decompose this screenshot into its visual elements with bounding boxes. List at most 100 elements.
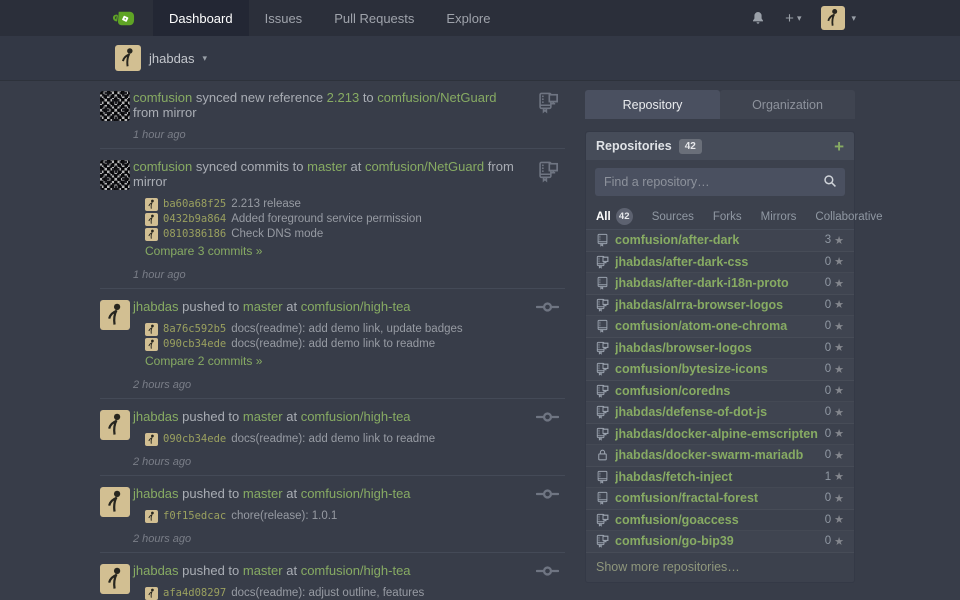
repo-name-link[interactable]: jhabdas/fetch-inject	[615, 470, 825, 484]
committer-avatar	[145, 198, 158, 211]
feed-link[interactable]: comfusion/high-tea	[301, 486, 411, 501]
repo-name-link[interactable]: comfusion/bytesize-icons	[615, 362, 825, 376]
compare-commits-link[interactable]: Compare 3 commits »	[145, 244, 262, 259]
feed-link[interactable]: master	[307, 159, 347, 174]
repo-name-link[interactable]: jhabdas/after-dark-css	[615, 255, 825, 269]
repo-name-link[interactable]: comfusion/coredns	[615, 384, 825, 398]
actor-avatar	[100, 564, 130, 594]
filter-collaborative[interactable]: Collaborative	[815, 211, 882, 223]
context-avatar	[115, 45, 141, 71]
add-repository-button[interactable]: +	[834, 138, 844, 155]
repo-search-input[interactable]	[595, 168, 845, 196]
feed-link[interactable]: comfusion/high-tea	[301, 563, 411, 578]
repo-name-link[interactable]: comfusion/go-bip39	[615, 534, 825, 548]
context-user-selector[interactable]: jhabdas ▾	[115, 45, 207, 71]
repo-name-link[interactable]: jhabdas/browser-logos	[615, 341, 825, 355]
nav-item-dashboard[interactable]: Dashboard	[153, 0, 249, 36]
feed-link[interactable]: comfusion/high-tea	[301, 409, 411, 424]
feed-link[interactable]: jhabdas	[133, 486, 179, 501]
feed-link[interactable]: jhabdas	[133, 563, 179, 578]
nav-item-explore[interactable]: Explore	[430, 0, 506, 36]
filter-all[interactable]: All42	[596, 208, 633, 225]
lock-icon	[596, 448, 609, 462]
feed-link[interactable]: jhabdas	[133, 409, 179, 424]
actor-avatar	[100, 300, 130, 330]
commit-sha-link[interactable]: f0f15edcac	[163, 509, 226, 524]
feed-link[interactable]: comfusion	[133, 90, 192, 105]
nav-item-pull-requests[interactable]: Pull Requests	[318, 0, 430, 36]
feed-link[interactable]: master	[243, 299, 283, 314]
commit-message: Check DNS mode	[231, 227, 323, 242]
repo-row[interactable]: jhabdas/after-dark-css0★	[586, 252, 854, 274]
feed-link[interactable]: comfusion/high-tea	[301, 299, 411, 314]
nav-item-issues[interactable]: Issues	[249, 0, 319, 36]
star-count: 1	[825, 471, 831, 483]
commit-sha-link[interactable]: 0432b9a864	[163, 212, 226, 227]
feed-link[interactable]: 2.213	[327, 90, 360, 105]
commit-sha-link[interactable]: 8a76c592b5	[163, 322, 226, 337]
gitea-logo[interactable]	[112, 0, 135, 36]
feed-timestamp: 1 hour ago	[133, 129, 525, 141]
repo-row[interactable]: comfusion/atom-one-chroma0★	[586, 316, 854, 338]
user-menu[interactable]: ▾	[821, 6, 856, 30]
star-icon: ★	[834, 255, 844, 268]
repo-row[interactable]: jhabdas/after-dark-i18n-proto0★	[586, 273, 854, 295]
repo-row[interactable]: jhabdas/fetch-inject1★	[586, 467, 854, 489]
show-more-repositories-link[interactable]: Show more repositories…	[586, 553, 854, 582]
feed-title: jhabdas pushed to master at comfusion/hi…	[133, 486, 525, 501]
repo-star-count: 0★	[825, 320, 844, 333]
repo-name-link[interactable]: jhabdas/docker-swarm-mariadb	[615, 448, 825, 462]
repo-row[interactable]: comfusion/goaccess0★	[586, 510, 854, 532]
feed-title: jhabdas pushed to master at comfusion/hi…	[133, 409, 525, 424]
feed-link[interactable]: comfusion/NetGuard	[377, 90, 496, 105]
feed-link[interactable]: jhabdas	[133, 299, 179, 314]
compare-commits-link[interactable]: Compare 2 commits »	[145, 354, 262, 369]
filter-mirrors[interactable]: Mirrors	[761, 211, 797, 223]
repo-row[interactable]: comfusion/coredns0★	[586, 381, 854, 403]
filter-forks[interactable]: Forks	[713, 211, 742, 223]
repo-row[interactable]: jhabdas/docker-alpine-emscripten0★	[586, 424, 854, 446]
repo-name-link[interactable]: jhabdas/after-dark-i18n-proto	[615, 276, 825, 290]
repo-name-link[interactable]: comfusion/fractal-forest	[615, 491, 825, 505]
repo-name-link[interactable]: comfusion/atom-one-chroma	[615, 319, 825, 333]
commit-list: 090cb34ededocs(readme): add demo link to…	[145, 432, 525, 447]
repo-name-link[interactable]: comfusion/after-dark	[615, 233, 825, 247]
star-icon: ★	[834, 449, 844, 462]
tab-repository[interactable]: Repository	[585, 90, 720, 119]
notifications-button[interactable]	[751, 11, 765, 25]
commit-sha-link[interactable]: 090cb34ede	[163, 432, 226, 447]
filter-label: Collaborative	[815, 211, 882, 223]
commit-sha-link[interactable]: afa4d08297	[163, 586, 226, 600]
repo-star-count: 1★	[825, 470, 844, 483]
repo-row[interactable]: comfusion/fractal-forest0★	[586, 488, 854, 510]
repo-row[interactable]: jhabdas/defense-of-dot-js0★	[586, 402, 854, 424]
star-count: 0	[825, 514, 831, 526]
repo-row[interactable]: jhabdas/browser-logos0★	[586, 338, 854, 360]
commit-row: 8a76c592b5docs(readme): add demo link, u…	[145, 322, 525, 337]
repo-row[interactable]: comfusion/after-dark3★	[586, 230, 854, 252]
repo-row[interactable]: comfusion/bytesize-icons0★	[586, 359, 854, 381]
feed-text: pushed to	[179, 299, 243, 314]
repo-row[interactable]: jhabdas/alrra-browser-logos0★	[586, 295, 854, 317]
tab-organization[interactable]: Organization	[720, 90, 855, 119]
repo-name-link[interactable]: jhabdas/docker-alpine-emscripten	[615, 427, 825, 441]
search-icon[interactable]	[823, 174, 837, 193]
commit-sha-link[interactable]: ba60a68f25	[163, 197, 226, 212]
repo-name-link[interactable]: comfusion/goaccess	[615, 513, 825, 527]
commit-sha-link[interactable]: 0810386186	[163, 227, 226, 242]
feed-text: at	[283, 563, 301, 578]
repo-row[interactable]: comfusion/go-bip390★	[586, 531, 854, 553]
star-count: 0	[825, 299, 831, 311]
create-new-button[interactable]: + ▾	[785, 10, 801, 27]
commit-sha-link[interactable]: 090cb34ede	[163, 337, 226, 352]
repo-name-link[interactable]: jhabdas/alrra-browser-logos	[615, 298, 825, 312]
feed-link[interactable]: master	[243, 409, 283, 424]
filter-sources[interactable]: Sources	[652, 211, 694, 223]
repo-row[interactable]: jhabdas/docker-swarm-mariadb0★	[586, 445, 854, 467]
feed-link[interactable]: master	[243, 486, 283, 501]
feed-link[interactable]: comfusion	[133, 159, 192, 174]
feed-link[interactable]: comfusion/NetGuard	[365, 159, 484, 174]
commit-row: f0f15edcacchore(release): 1.0.1	[145, 509, 525, 524]
repo-name-link[interactable]: jhabdas/defense-of-dot-js	[615, 405, 825, 419]
feed-link[interactable]: master	[243, 563, 283, 578]
